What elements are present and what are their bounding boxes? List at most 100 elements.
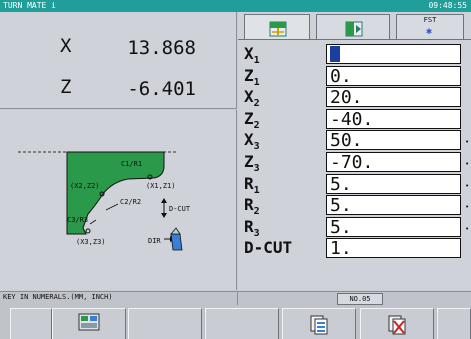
- param-row: X2 20.: [238, 86, 471, 109]
- optional-mark-icon: •: [465, 138, 470, 147]
- param-value: -40.: [330, 108, 374, 129]
- param-row: Z2 -40.: [238, 108, 471, 131]
- status-separator: [237, 292, 238, 305]
- softkey-7[interactable]: [437, 308, 471, 339]
- softkey-6[interactable]: [360, 308, 434, 339]
- param-label-text: R: [244, 216, 254, 236]
- c3r3-leader: [89, 219, 97, 225]
- param-value: 1.: [330, 238, 352, 259]
- param-label-text: X: [244, 44, 254, 63]
- point-x3z3: [85, 228, 91, 234]
- param-value: 5.: [330, 216, 352, 237]
- label-x1z1: (X1,Z1): [146, 182, 176, 190]
- cnc-screen: TURN MATE i 09:48:55 X 13.868 Z -6.401 C…: [0, 0, 471, 339]
- param-label: X1: [244, 44, 260, 66]
- param-row: R3 5. •: [238, 216, 471, 239]
- param-row: Z3 -70. •: [238, 151, 471, 174]
- tab-fst-label: FST: [423, 16, 437, 24]
- axis-value-z: -6.401: [127, 78, 196, 100]
- program-screen-icon: [78, 313, 100, 331]
- softkey-4[interactable]: [205, 308, 279, 339]
- param-label: Z1: [244, 66, 260, 88]
- finishing-cycle-icon: [345, 21, 363, 37]
- param-value: 50.: [330, 130, 363, 151]
- param-label-text: Z: [244, 108, 254, 128]
- optional-mark-icon: •: [465, 181, 470, 190]
- param-label: R3: [244, 217, 260, 239]
- position-panel: X 13.868 Z -6.401: [0, 12, 237, 109]
- delete-data-icon: [388, 315, 406, 335]
- profile-diagram: C1/R1 (X2,Z2) (X1,Z1) C2/R2 D-CUT C3/R3 …: [18, 151, 191, 251]
- param-label: R1: [244, 174, 260, 196]
- tab-roughing[interactable]: [244, 14, 310, 40]
- param-label-text: R: [244, 173, 254, 193]
- param-input[interactable]: 5.: [326, 173, 461, 194]
- axis-value-x: 13.868: [127, 37, 196, 59]
- param-label: D-CUT: [244, 238, 292, 257]
- optional-mark-icon: •: [465, 203, 470, 212]
- c2r2-leader: [105, 203, 119, 211]
- param-input[interactable]: -70.: [326, 152, 461, 172]
- softkey-2[interactable]: [52, 308, 126, 339]
- label-x2z2: (X2,Z2): [70, 182, 100, 190]
- label-x3z3: (X3,Z3): [76, 238, 106, 246]
- param-input[interactable]: 0.: [326, 65, 461, 86]
- tab-fst[interactable]: FST ✱: [396, 14, 464, 40]
- param-label-text: Z: [244, 152, 254, 171]
- dcut-arrow-up: [161, 198, 167, 203]
- param-value: 5.: [330, 173, 352, 194]
- status-message: KEY IN NUMERALS.(MM, INCH): [3, 293, 113, 301]
- insert-data-icon: [310, 315, 328, 335]
- param-row: D-CUT 1.: [238, 237, 471, 259]
- param-label: Z3: [244, 152, 260, 174]
- parameter-panel: FST ✱ X1 Z1 0. X2 20. Z2 -40. X3 50. • Z3 -70. • R1 5.…: [238, 12, 471, 290]
- param-label: Z2: [244, 109, 260, 131]
- param-input[interactable]: 50.: [326, 130, 461, 151]
- page-number: NO.05: [337, 293, 383, 305]
- app-title: TURN MATE i: [3, 1, 56, 10]
- param-label-text: D-CUT: [244, 238, 293, 258]
- roughing-cycle-icon: [269, 21, 287, 37]
- param-value: -70.: [330, 152, 374, 172]
- softkey-bar: [0, 305, 471, 339]
- param-row: R1 5. •: [238, 173, 471, 196]
- param-value: 20.: [330, 87, 363, 108]
- param-input[interactable]: -40.: [326, 108, 461, 129]
- label-c3r3: C3/R3: [67, 216, 88, 224]
- param-label-text: X: [244, 130, 254, 150]
- param-input[interactable]: [326, 44, 461, 64]
- param-label-text: Z: [244, 65, 254, 85]
- softkey-5[interactable]: [282, 308, 356, 339]
- status-bar: KEY IN NUMERALS.(MM, INCH) NO.05: [0, 291, 471, 305]
- param-row: Z1 0.: [238, 65, 471, 88]
- softkey-1[interactable]: [10, 308, 52, 339]
- param-row: R2 5. •: [238, 194, 471, 217]
- title-bar: TURN MATE i 09:48:55: [0, 0, 471, 12]
- param-row: X1: [238, 43, 471, 66]
- param-input[interactable]: 1.: [326, 238, 461, 259]
- optional-mark-icon: •: [465, 224, 470, 233]
- param-label: X2: [244, 87, 260, 109]
- optional-mark-icon: •: [465, 160, 470, 168]
- tab-finishing[interactable]: [316, 14, 390, 40]
- label-dir: DIR: [148, 237, 161, 245]
- param-label-text: R: [244, 195, 254, 215]
- label-c1r1: C1/R1: [121, 160, 142, 168]
- param-input[interactable]: 20.: [326, 87, 461, 108]
- param-input[interactable]: 5.: [326, 195, 461, 216]
- tab-divider: [238, 39, 471, 40]
- param-row: X3 50. •: [238, 129, 471, 153]
- softkey-3[interactable]: [128, 308, 202, 339]
- param-label-text: X: [244, 87, 254, 107]
- param-input[interactable]: 5.: [326, 216, 461, 237]
- param-value: 5.: [330, 195, 352, 216]
- dcut-arrow-down: [161, 213, 167, 218]
- param-value: 0.: [330, 65, 352, 86]
- param-label: R2: [244, 195, 260, 217]
- tool-icon: [170, 227, 183, 251]
- clock: 09:48:55: [428, 1, 467, 10]
- axis-label-x: X: [60, 35, 72, 57]
- guidance-drawing-panel: C1/R1 (X2,Z2) (X1,Z1) C2/R2 D-CUT C3/R3 …: [0, 110, 237, 290]
- input-cursor: [330, 46, 340, 62]
- fst-star-icon: ✱: [426, 26, 433, 37]
